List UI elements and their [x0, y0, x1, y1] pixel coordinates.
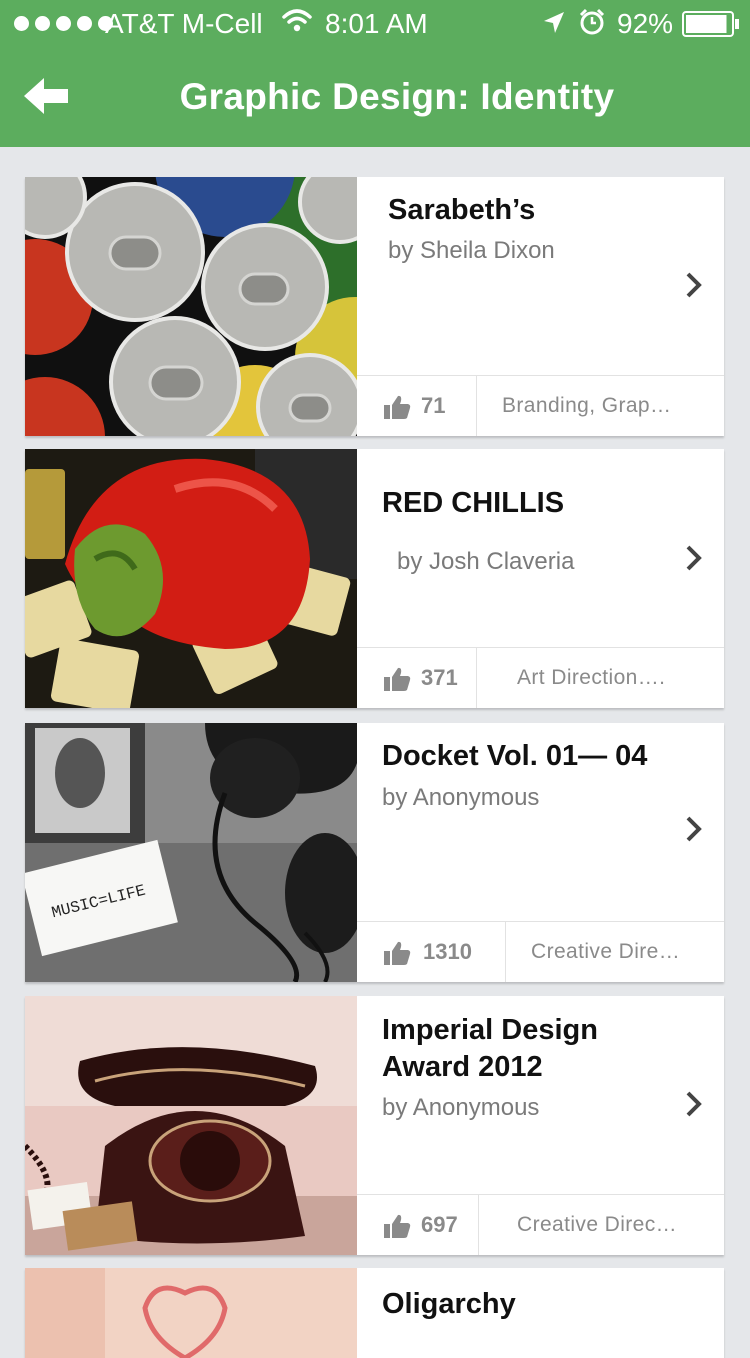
- project-thumbnail-heart: [25, 1268, 357, 1358]
- like-button[interactable]: 697: [357, 1195, 479, 1255]
- project-card[interactable]: Sarabeth’s by Sheila Dixon 71 Branding, …: [25, 177, 724, 436]
- project-thumbnail-headphones: MUSIC=LIFE: [25, 723, 357, 982]
- project-footer: 1310 Creative Dire…: [357, 921, 724, 982]
- project-card[interactable]: Oligarchy: [25, 1268, 724, 1358]
- project-thumbnail-red-pepper: [25, 449, 357, 708]
- battery-icon: [682, 11, 740, 37]
- chevron-right-icon[interactable]: [684, 1090, 704, 1118]
- signal-strength-icon: [14, 16, 113, 31]
- alarm-clock-icon: [578, 8, 606, 44]
- project-footer: 71 Branding, Grap…: [357, 375, 724, 436]
- carrier-name: AT&T M-Cell: [105, 8, 263, 39]
- like-button[interactable]: 71: [357, 376, 477, 436]
- project-thumbnail-soda-cans: [25, 177, 357, 436]
- project-tags: Branding, Grap…: [502, 394, 672, 417]
- project-footer: 371 Art Direction….: [357, 647, 724, 708]
- project-info: Docket Vol. 01— 04 by Anonymous 1310 Cre…: [357, 723, 724, 982]
- project-author: by Sheila Dixon: [388, 237, 555, 264]
- like-count: 1310: [423, 939, 472, 964]
- like-count: 71: [421, 393, 446, 418]
- chevron-right-icon[interactable]: [684, 544, 704, 572]
- location-arrow-icon: [542, 10, 566, 44]
- status-bar: AT&T M-Cell 8:01 AM 92%: [0, 0, 750, 48]
- project-author: by Anonymous: [382, 1094, 540, 1121]
- project-title-line-2: Award 2012: [382, 1051, 543, 1083]
- project-title: Oligarchy: [382, 1288, 516, 1320]
- project-info: Sarabeth’s by Sheila Dixon 71 Branding, …: [357, 177, 724, 436]
- project-info: Imperial Design Award 2012 by Anonymous …: [357, 996, 724, 1255]
- status-time: 8:01 AM: [325, 8, 428, 39]
- project-title-line-1: Imperial Design: [382, 1014, 598, 1046]
- project-title: Docket Vol. 01— 04: [382, 740, 648, 772]
- project-tags: Art Direction….: [517, 666, 666, 689]
- project-info: Oligarchy: [357, 1268, 724, 1358]
- project-thumbnail-telephone: [25, 996, 357, 1255]
- project-tags: Creative Direc…: [517, 1213, 678, 1236]
- project-author: by Anonymous: [382, 784, 540, 811]
- wifi-icon: [282, 8, 312, 42]
- thumbs-up-icon: [384, 1214, 411, 1238]
- project-tags: Creative Dire…: [531, 940, 681, 963]
- project-footer: 697 Creative Direc…: [357, 1194, 724, 1255]
- like-button[interactable]: 371: [357, 648, 477, 708]
- project-info: RED CHILLIS by Josh Claveria 371 Art Dir…: [357, 449, 724, 708]
- project-card[interactable]: RED CHILLIS by Josh Claveria 371 Art Dir…: [25, 449, 724, 708]
- page-title: Graphic Design: Identity: [179, 76, 615, 117]
- thumbs-up-icon: [384, 667, 411, 691]
- project-card[interactable]: Imperial Design Award 2012 by Anonymous …: [25, 996, 724, 1255]
- like-count: 371: [421, 665, 458, 690]
- like-count: 697: [421, 1212, 458, 1237]
- battery-percentage: 92%: [617, 8, 674, 39]
- like-button[interactable]: 1310: [357, 922, 506, 982]
- project-card[interactable]: MUSIC=LIFE Docket Vol. 01— 04 by Anonymo…: [25, 723, 724, 982]
- project-title: RED CHILLIS: [382, 487, 565, 519]
- project-title: Sarabeth’s: [388, 194, 536, 226]
- chevron-right-icon[interactable]: [684, 815, 704, 843]
- nav-bar: Graphic Design: Identity: [0, 48, 750, 147]
- chevron-right-icon[interactable]: [684, 271, 704, 299]
- project-author: by Josh Claveria: [397, 548, 575, 575]
- thumbs-up-icon: [384, 941, 411, 965]
- thumbs-up-icon: [384, 395, 411, 419]
